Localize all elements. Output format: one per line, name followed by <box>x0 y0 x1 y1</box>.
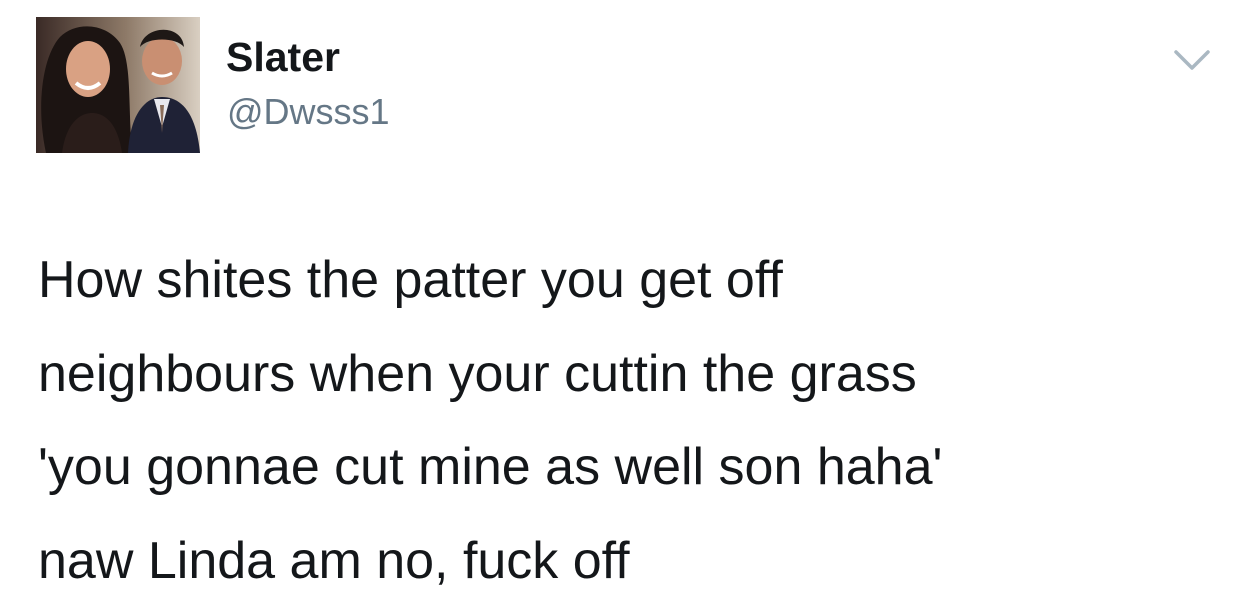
tweet-text: How shites the patter you get off neighb… <box>38 234 1218 608</box>
tweet-text-line: How shites the patter you get off <box>38 234 1218 328</box>
profile-photo-icon <box>36 17 200 153</box>
tweet-text-line: 'you gonnae cut mine as well son haha' <box>38 421 1218 515</box>
chevron-down-icon[interactable] <box>1170 42 1214 78</box>
tweet-text-line: naw Linda am no, fuck off <box>38 515 1218 608</box>
tweet-card: Slater @Dwsss1 How shites the patter you… <box>0 0 1242 598</box>
avatar[interactable] <box>36 17 200 153</box>
display-name[interactable]: Slater <box>226 33 340 81</box>
tweet-text-line: neighbours when your cuttin the grass <box>38 328 1218 422</box>
user-handle[interactable]: @Dwsss1 <box>227 90 390 134</box>
